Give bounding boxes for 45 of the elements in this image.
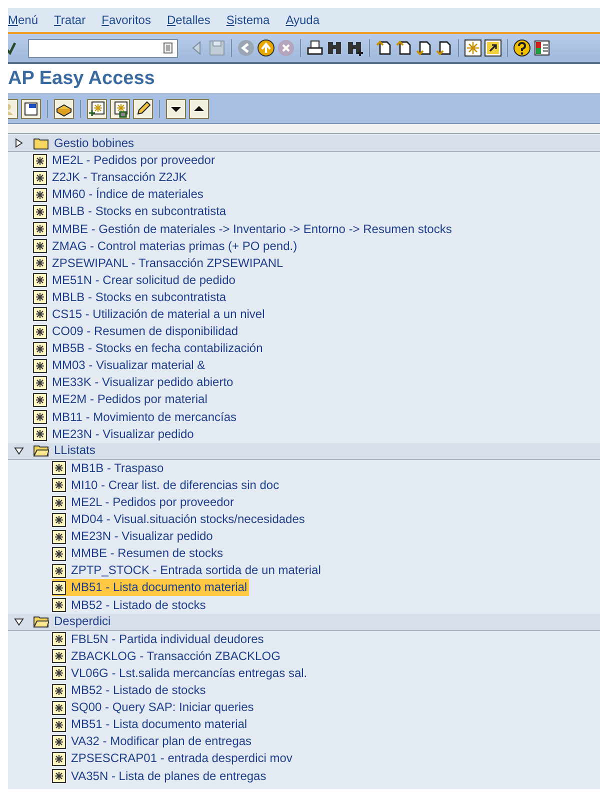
tree-item[interactable]: ME2L - Pedidos por proveedor	[52, 494, 236, 512]
menu-item[interactable]: Ayuda	[286, 13, 320, 27]
tree-item[interactable]: MB51 - Lista documento material	[52, 716, 250, 734]
tree-item[interactable]: MMBE - Resumen de stocks	[52, 545, 226, 562]
tree-item[interactable]: LListats	[33, 442, 98, 460]
tree-item[interactable]: ZPSEWIPANL - Transacción ZPSEWIPANL	[33, 254, 286, 272]
tree-item[interactable]: ZBACKLOG - Transacción ZBACKLOG	[52, 648, 282, 665]
menu-item[interactable]: Sistema	[226, 13, 270, 27]
tree-item[interactable]: ME33K - Visualizar pedido abierto	[33, 374, 236, 392]
tree-item[interactable]: MB5B - Stocks en fecha contabilización	[33, 340, 265, 358]
tree-item[interactable]: CO09 - Resumen de disponibilidad	[33, 323, 240, 340]
tree-item[interactable]: MB1B - Traspaso	[52, 460, 166, 477]
tree-item[interactable]: ME2L - Pedidos por proveedor	[33, 152, 217, 170]
tree-item[interactable]: VA32 - Modificar plan de entregas	[52, 733, 254, 750]
tree-item[interactable]: MI10 - Crear list. de diferencias sin doc	[52, 476, 282, 494]
tree-item[interactable]: Z2JK - Transacción Z2JK	[33, 169, 189, 186]
tree-item[interactable]: Desperdici	[33, 613, 113, 630]
tree-item[interactable]: ME23N - Visualizar pedido	[52, 528, 215, 546]
tree-item[interactable]: MB51 - Lista documento material	[52, 579, 250, 596]
tree-item[interactable]: MM60 - Índice de materiales	[33, 186, 206, 204]
tree-item[interactable]: FBL5N - Partida individual deudores	[52, 630, 266, 648]
tree-item[interactable]: VA35N - Lista de planes de entregas	[52, 768, 268, 785]
tree-item[interactable]: ME23N - Visualizar pedido	[33, 426, 196, 443]
tree-item[interactable]: ME2M - Pedidos por material	[33, 391, 210, 408]
menu-item[interactable]: Detalles	[166, 13, 210, 27]
tree-item[interactable]: SQ00 - Query SAP: Iniciar queries	[52, 699, 256, 716]
tree-item[interactable]: MD04 - Visual.situación stocks/necesidades	[52, 511, 307, 528]
menu-item[interactable]: Favoritos	[102, 13, 151, 27]
tree-item[interactable]: MB11 - Movimiento de mercancías	[33, 408, 239, 426]
tree-item[interactable]: CS15 - Utilización de material a un nivel	[33, 306, 267, 323]
tree-item[interactable]: MM03 - Visualizar material &	[33, 357, 208, 374]
screen-title: AP Easy Access	[8, 68, 155, 90]
tree-item[interactable]: ME51N - Crear solicitud de pedido	[33, 272, 238, 289]
menu-item[interactable]: Tratar	[54, 13, 86, 27]
tree-item[interactable]: MB52 - Listado de stocks	[52, 682, 208, 700]
tree-item[interactable]: ZMAG - Control materias primas (+ PO pend.)	[33, 238, 300, 255]
tree-item[interactable]: MB52 - Listado de stocks	[52, 596, 208, 614]
tree-item[interactable]: MBLB - Stocks en subcontratista	[33, 288, 228, 306]
tree-item[interactable]: Gestio bobines	[33, 134, 136, 152]
menu-item[interactable]: Menú	[8, 13, 38, 27]
tree-item[interactable]: MMBE - Gestión de materiales -> Inventario -> Entorno -> Resumen stocks	[33, 220, 454, 238]
tree-item[interactable]: VL06G - Lst.salida mercancías entregas sal.	[52, 664, 310, 682]
tree-item[interactable]: ZPTP_STOCK - Entrada sortida de un material	[52, 562, 323, 580]
tree-item[interactable]: MBLB - Stocks en subcontratista	[33, 203, 228, 220]
tree-item[interactable]: ZPSESCRAP01 - entrada desperdici mov	[52, 750, 294, 768]
